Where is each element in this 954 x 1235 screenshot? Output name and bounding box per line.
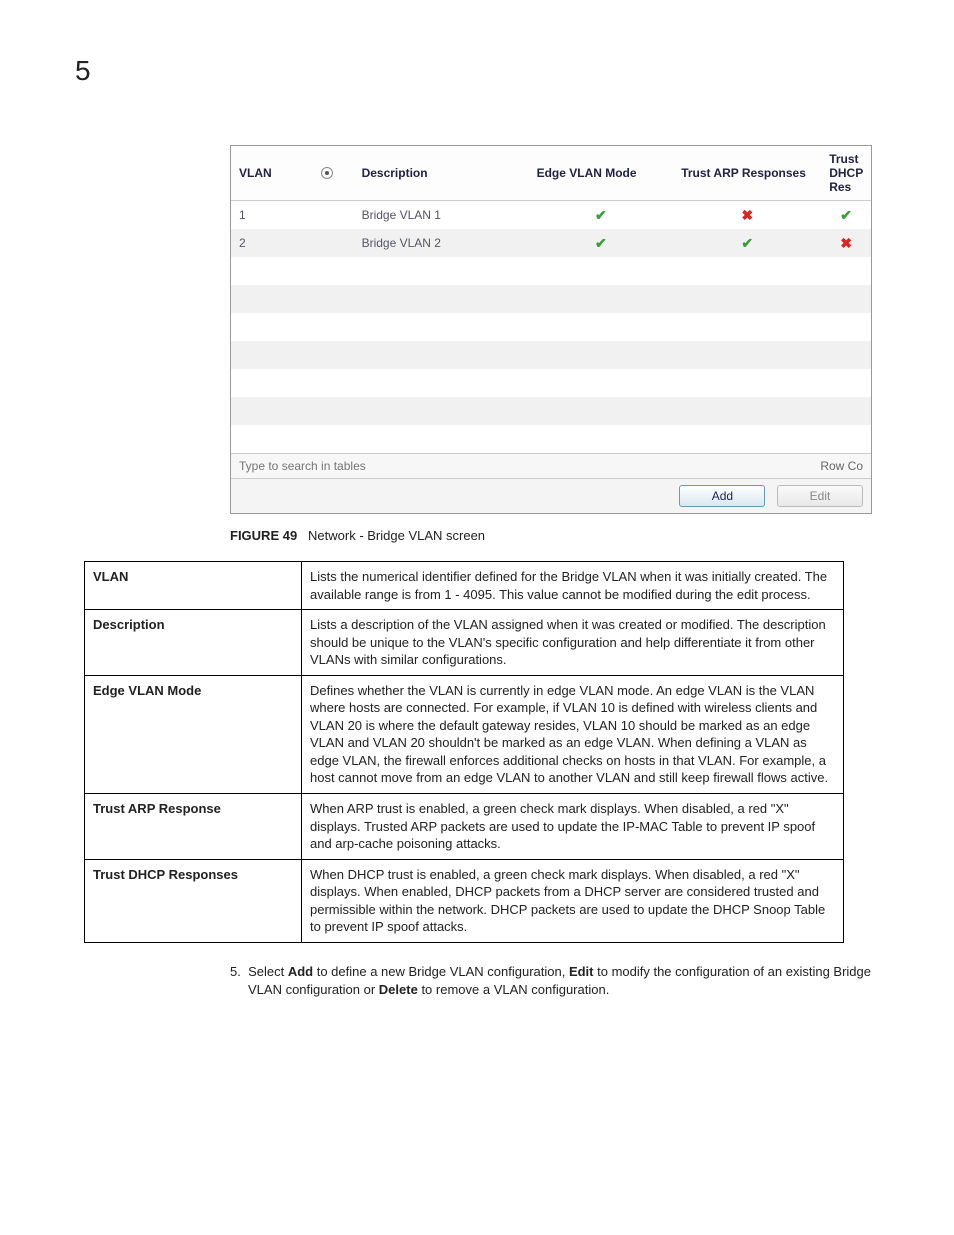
def-desc: When DHCP trust is enabled, a green chec… <box>302 859 844 942</box>
step-number: 5. <box>230 964 241 979</box>
check-icon: ✔ <box>595 207 607 223</box>
cell-trust-arp: ✖ <box>673 201 821 230</box>
table-row <box>231 257 871 285</box>
figure-caption: FIGURE 49 Network - Bridge VLAN screen <box>230 528 874 543</box>
check-icon: ✔ <box>840 207 852 223</box>
col-header-edge-mode[interactable]: Edge VLAN Mode <box>529 146 674 201</box>
cross-icon: ✖ <box>840 235 852 251</box>
col-header-trust-arp[interactable]: Trust ARP Responses <box>673 146 821 201</box>
def-row: VLAN Lists the numerical identifier defi… <box>85 562 844 610</box>
table-search-input[interactable] <box>231 454 812 478</box>
cell-trust-arp: ✔ <box>673 229 821 257</box>
cell-trust-dhcp: ✔ <box>821 201 871 230</box>
def-row: Description Lists a description of the V… <box>85 610 844 676</box>
def-desc: When ARP trust is enabled, a green check… <box>302 794 844 860</box>
def-row: Trust ARP Response When ARP trust is ena… <box>85 794 844 860</box>
figure-title: Network - Bridge VLAN screen <box>308 528 485 543</box>
add-button[interactable]: Add <box>679 485 765 507</box>
table-row[interactable]: 1 Bridge VLAN 1 ✔ ✖ ✔ <box>231 201 871 230</box>
table-row[interactable]: 2 Bridge VLAN 2 ✔ ✔ ✖ <box>231 229 871 257</box>
def-desc: Defines whether the VLAN is currently in… <box>302 675 844 793</box>
def-term: Trust ARP Response <box>85 794 302 860</box>
add-keyword: Add <box>288 964 313 979</box>
def-row: Trust DHCP Responses When DHCP trust is … <box>85 859 844 942</box>
definitions-table: VLAN Lists the numerical identifier defi… <box>84 561 844 943</box>
cell-description: Bridge VLAN 2 <box>354 229 529 257</box>
def-term: VLAN <box>85 562 302 610</box>
table-row <box>231 425 871 453</box>
instruction-step: 5. Select Add to define a new Bridge VLA… <box>230 963 888 999</box>
def-term: Edge VLAN Mode <box>85 675 302 793</box>
table-row <box>231 369 871 397</box>
check-icon: ✔ <box>595 235 607 251</box>
cell-trust-dhcp: ✖ <box>821 229 871 257</box>
def-row: Edge VLAN Mode Defines whether the VLAN … <box>85 675 844 793</box>
figure-label: FIGURE 49 <box>230 528 297 543</box>
cell-vlan: 2 <box>231 229 313 257</box>
vlan-table: VLAN Description Edge VLAN Mode Trust AR… <box>231 146 871 453</box>
edit-button[interactable]: Edit <box>777 485 863 507</box>
cell-description: Bridge VLAN 1 <box>354 201 529 230</box>
col-header-vlan[interactable]: VLAN <box>231 146 313 201</box>
def-term: Trust DHCP Responses <box>85 859 302 942</box>
row-count-label: Row Co <box>812 454 871 478</box>
bridge-vlan-screenshot: VLAN Description Edge VLAN Mode Trust AR… <box>230 145 874 514</box>
table-row <box>231 341 871 369</box>
cross-icon: ✖ <box>741 207 753 223</box>
def-term: Description <box>85 610 302 676</box>
table-row <box>231 397 871 425</box>
cell-edge-mode: ✔ <box>529 229 674 257</box>
col-header-sort[interactable] <box>313 146 354 201</box>
cell-edge-mode: ✔ <box>529 201 674 230</box>
col-header-description[interactable]: Description <box>354 146 529 201</box>
page-number: 5 <box>75 55 91 87</box>
def-desc: Lists a description of the VLAN assigned… <box>302 610 844 676</box>
delete-keyword: Delete <box>379 982 418 997</box>
check-icon: ✔ <box>741 235 753 251</box>
cell-vlan: 1 <box>231 201 313 230</box>
table-row <box>231 285 871 313</box>
col-header-trust-dhcp[interactable]: Trust DHCP Res <box>821 146 871 201</box>
sort-indicator-icon <box>321 167 333 179</box>
edit-keyword: Edit <box>569 964 594 979</box>
table-row <box>231 313 871 341</box>
def-desc: Lists the numerical identifier defined f… <box>302 562 844 610</box>
